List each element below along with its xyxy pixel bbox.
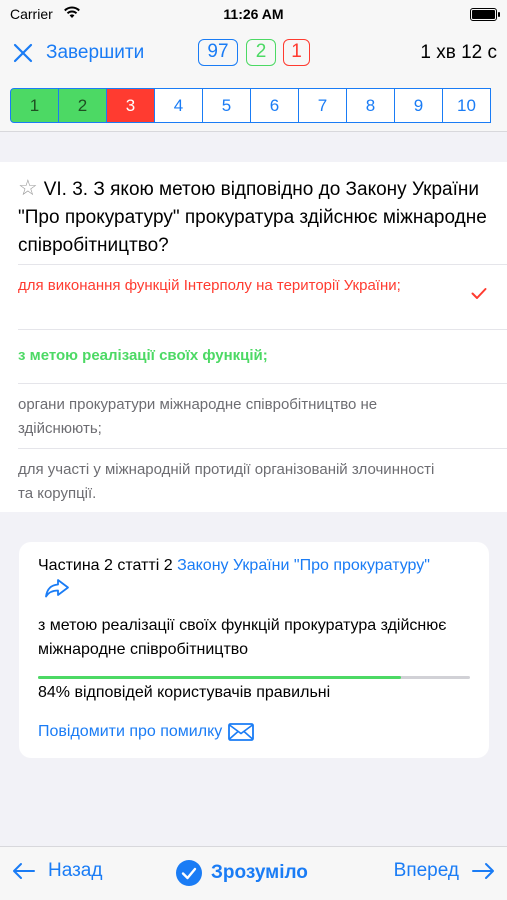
- arrow-right-icon: [472, 863, 494, 879]
- question-number-6[interactable]: 6: [250, 88, 299, 123]
- answer-text: з метою реалізації своїх функцій;: [18, 347, 268, 364]
- envelope-icon: [228, 723, 255, 741]
- forward-button[interactable]: Вперед: [394, 860, 495, 882]
- correct-rate-bar: [38, 676, 470, 679]
- question-text-block: ☆ VI. 3. З якою метою відповідно до Закон…: [18, 174, 488, 260]
- star-icon[interactable]: ☆: [18, 175, 38, 200]
- finish-button[interactable]: Завершити: [12, 38, 144, 68]
- question-number-7[interactable]: 7: [298, 88, 347, 123]
- report-error-button[interactable]: Повідомити про помилку: [38, 720, 255, 744]
- answer-text: для виконання функцій Інтерполу на терит…: [18, 277, 401, 294]
- answer-option-4[interactable]: для участі у міжнародній протидії органі…: [18, 448, 507, 512]
- total-questions-badge: 97: [198, 39, 238, 66]
- question-number-10[interactable]: 10: [442, 88, 491, 123]
- correct-rate-fill: [38, 676, 401, 679]
- finish-label: Завершити: [46, 42, 145, 63]
- answer-option-2[interactable]: з метою реалізації своїх функцій;: [18, 329, 507, 383]
- answer-text: органи прокуратури міжнародне співробітн…: [18, 396, 378, 437]
- back-label: Назад: [48, 860, 103, 881]
- question-number-9[interactable]: 9: [394, 88, 443, 123]
- explanation-text: з метою реалізації своїх функцій прокура…: [38, 617, 447, 658]
- question-number-1[interactable]: 1: [10, 88, 59, 123]
- question-number-strip: 1 2 3 4 5 6 7 8 9 10: [0, 76, 507, 132]
- close-icon: [13, 43, 33, 63]
- forward-label: Вперед: [393, 860, 459, 881]
- checkmark-circle-icon: [176, 860, 202, 886]
- answer-option-1[interactable]: для виконання функцій Інтерполу на терит…: [18, 264, 507, 329]
- correct-answers-badge: 2: [246, 39, 276, 66]
- question-number-4[interactable]: 4: [154, 88, 203, 123]
- answer-option-3[interactable]: органи прокуратури міжнародне співробітн…: [18, 383, 507, 448]
- question-number-5[interactable]: 5: [202, 88, 251, 123]
- question-card: ☆ VI. 3. З якою метою відповідно до Закон…: [0, 162, 507, 512]
- nav-bar: Завершити 97 2 1 1 хв 12 с: [0, 30, 507, 76]
- question-number-2[interactable]: 2: [58, 88, 107, 123]
- correct-rate-text: 84% відповідей користувачів правильні: [38, 684, 331, 701]
- share-icon[interactable]: [44, 578, 70, 598]
- question-text: VI. 3. З якою метою відповідно до Закону…: [18, 179, 487, 256]
- status-bar: Carrier 11:26 AM: [0, 0, 507, 30]
- arrow-left-icon: [13, 863, 35, 879]
- answer-text: для участі у міжнародній протидії органі…: [18, 461, 435, 502]
- question-number-3[interactable]: 3: [106, 88, 155, 123]
- bottom-toolbar: Назад Зрозуміло Вперед: [0, 846, 507, 900]
- wrong-answers-badge: 1: [283, 39, 310, 66]
- source-prefix: Частина 2 статті 2: [38, 557, 173, 574]
- law-link[interactable]: Закону України "Про прокуратуру": [177, 557, 430, 574]
- understood-label: Зрозуміло: [211, 862, 308, 883]
- clock: 11:26 AM: [223, 6, 284, 22]
- understood-button[interactable]: Зрозуміло: [175, 859, 308, 887]
- timer: 1 хв 12 с: [420, 42, 497, 63]
- battery-icon: [470, 8, 500, 21]
- back-button[interactable]: Назад: [12, 860, 102, 882]
- checkmark-icon: [471, 288, 487, 299]
- explanation-card: Частина 2 статті 2 Закону України "Про п…: [19, 542, 489, 758]
- report-error-label: Повідомити про помилку: [38, 723, 223, 740]
- source-reference: Частина 2 статті 2 Закону України "Про п…: [38, 554, 458, 602]
- question-number-8[interactable]: 8: [346, 88, 395, 123]
